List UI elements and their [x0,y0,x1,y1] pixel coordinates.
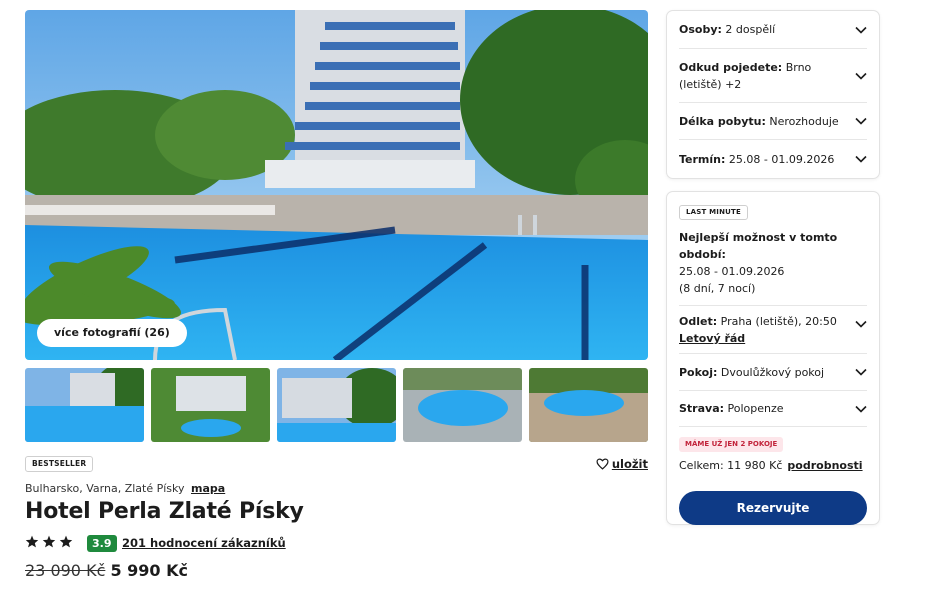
thumbnail-image [529,368,648,442]
thumbnail-image [277,368,396,442]
thumbnail-5[interactable] [529,368,648,442]
departure-flight-select[interactable]: Odlet: Praha (letiště), 20:50 Letový řád [679,306,867,354]
rating-score-badge: 3.9 [87,535,117,552]
last-minute-badge: LAST MINUTE [679,205,749,220]
board-label: Strava: [679,402,725,415]
total-price: Celkem: 11 980 Kč podrobnosti [679,459,867,472]
star-rating [25,535,73,548]
reviews-link[interactable]: 201 hodnocení zákazníků [122,536,286,550]
main-hotel-photo[interactable]: více fotografií (26) [25,10,648,360]
location-text: Bulharsko, Varna, Zlaté Písky [25,482,185,495]
board-select[interactable]: Strava: Polopenze [679,391,867,427]
offer-card: LAST MINUTE Nejlepší možnost v tomto obd… [666,191,880,525]
thumbnail-image [403,368,522,442]
new-price: 5 990 Kč [110,561,189,580]
price: 23 090 Kč 5 990 Kč [25,561,188,580]
star-icon [42,535,56,548]
persons-select[interactable]: Osoby: 2 dospělí [679,11,867,49]
thumbnail-3[interactable] [277,368,396,442]
room-value: Dvoulůžkový pokoj [720,365,825,379]
best-option-title: Nejlepší možnost v tomto období: [679,231,838,261]
hotel-name: Hotel Perla Zlaté Písky [25,499,304,524]
room-select[interactable]: Pokoj: Dvoulůžkový pokoj [679,354,867,391]
thumbnail-4[interactable] [403,368,522,442]
hotel-location: Bulharsko, Varna, Zlaté Písky mapa [25,482,225,495]
hotel-pool-image [25,10,648,360]
length-value: Nerozhoduje [769,114,839,128]
more-photos-button[interactable]: více fotografií (26) [37,319,187,347]
chevron-down-icon [855,26,867,34]
term-select[interactable]: Termín: 25.08 - 01.09.2026 [679,140,867,178]
availability-badge: MÁME UŽ JEN 2 POKOJE [679,437,784,452]
best-option-dates: 25.08 - 01.09.2026 [679,265,785,278]
map-link[interactable]: mapa [191,482,225,495]
departure-select[interactable]: Odkud pojedete: Brno (letiště) +2 [679,49,867,103]
thumbnail-image [25,368,144,442]
heart-icon [596,458,609,470]
reserve-button[interactable]: Rezervujte [679,491,867,525]
stay-length-select[interactable]: Délka pobytu: Nerozhoduje [679,103,867,140]
chevron-down-icon [855,405,867,413]
flight-schedule-link[interactable]: Letový řád [679,330,845,347]
chevron-down-icon [855,368,867,376]
chevron-down-icon [855,320,867,328]
persons-value: 2 dospělí [725,23,776,36]
departure-label: Odkud pojedete: [679,60,783,74]
star-icon [25,535,39,548]
chevron-down-icon [855,117,867,125]
term-value: 25.08 - 01.09.2026 [728,152,835,166]
details-link[interactable]: podrobnosti [787,459,862,472]
best-option-nights: (8 dní, 7 nocí) [679,282,756,295]
chevron-down-icon [855,72,867,80]
chevron-down-icon [855,155,867,163]
flight-label: Odlet: [679,315,718,328]
star-icon [59,535,73,548]
search-filters-card: Osoby: 2 dospělí Odkud pojedete: Brno (l… [666,10,880,179]
room-label: Pokoj: [679,365,718,379]
flight-value: Praha (letiště), 20:50 [720,315,837,328]
best-option: Nejlepší možnost v tomto období: 25.08 -… [679,220,867,306]
thumbnail-1[interactable] [25,368,144,442]
total-label: Celkem: 11 980 Kč [679,459,783,472]
thumbnail-image [151,368,270,442]
length-label: Délka pobytu: [679,114,766,128]
bestseller-badge: BESTSELLER [25,456,94,472]
persons-label: Osoby: [679,23,722,36]
save-button[interactable]: uložit [596,456,648,472]
board-value: Polopenze [727,402,784,415]
thumbnail-2[interactable] [151,368,270,442]
term-label: Termín: [679,152,726,166]
old-price: 23 090 Kč [25,561,106,580]
thumbnail-strip [25,368,648,442]
save-label: uložit [611,457,648,471]
